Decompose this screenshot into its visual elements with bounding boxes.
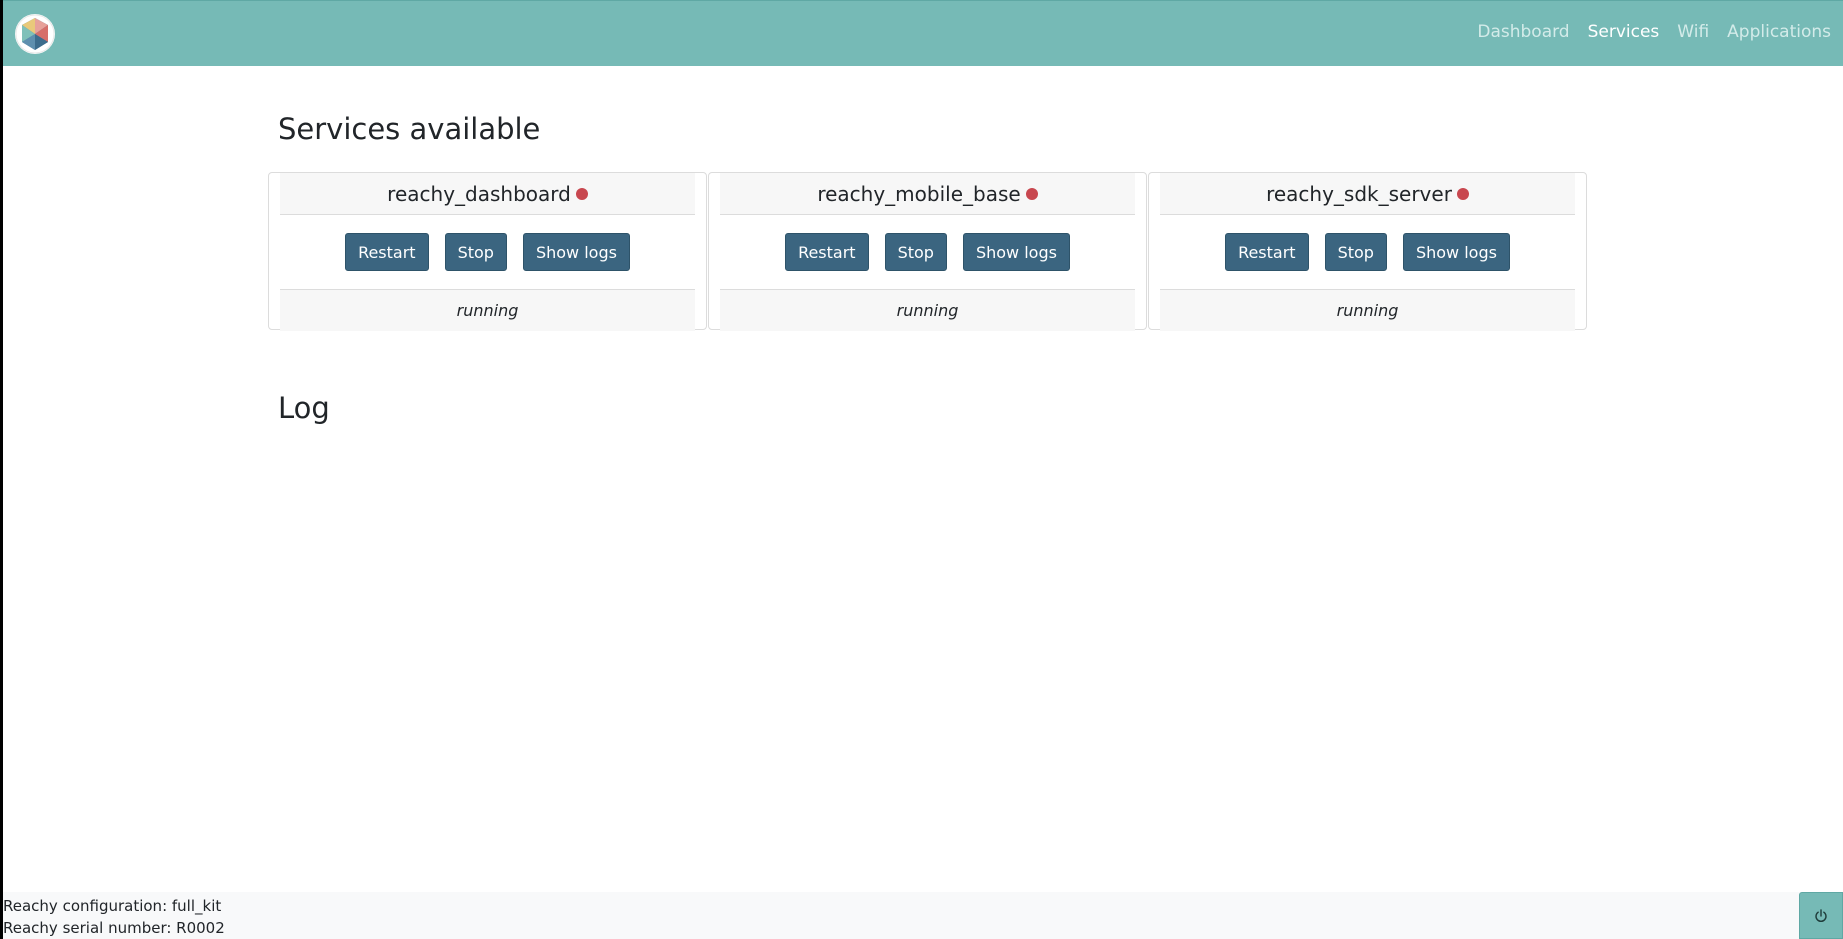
service-card-actions: Restart Stop Show logs: [280, 215, 695, 290]
show-logs-button[interactable]: Show logs: [962, 233, 1070, 271]
log-title: Log: [278, 391, 330, 425]
status-indicator-icon: [1456, 187, 1469, 200]
service-name: reachy_mobile_base: [817, 181, 1021, 206]
nav-link-services[interactable]: Services: [1588, 22, 1660, 42]
service-status: running: [720, 290, 1135, 331]
service-status: running: [280, 290, 695, 331]
restart-button[interactable]: Restart: [1225, 233, 1309, 271]
top-navbar: Dashboard Services Wifi Applications: [3, 0, 1843, 66]
service-card-actions: Restart Stop Show logs: [720, 215, 1135, 290]
page: Dashboard Services Wifi Applications Ser…: [0, 0, 1843, 939]
service-name: reachy_dashboard: [387, 181, 571, 206]
service-card-reachy-sdk-server: reachy_sdk_server Restart Stop Show logs…: [1148, 172, 1587, 331]
service-cards: reachy_dashboard Restart Stop Show logs …: [268, 172, 1588, 331]
show-logs-button[interactable]: Show logs: [1402, 233, 1510, 271]
nav-links: Dashboard Services Wifi Applications: [1477, 22, 1831, 42]
service-status: running: [1160, 290, 1575, 331]
stop-button[interactable]: Stop: [884, 233, 947, 271]
reachy-configuration: Reachy configuration: full_kit: [3, 897, 222, 915]
restart-button[interactable]: Restart: [345, 233, 429, 271]
service-card-header: reachy_dashboard: [280, 173, 695, 215]
service-card-reachy-dashboard: reachy_dashboard Restart Stop Show logs …: [268, 172, 707, 331]
stop-button[interactable]: Stop: [1324, 233, 1387, 271]
show-logs-button[interactable]: Show logs: [522, 233, 630, 271]
reachy-serial-number: Reachy serial number: R0002: [3, 919, 225, 937]
status-indicator-icon: [575, 187, 588, 200]
services-title: Services available: [278, 112, 541, 146]
stop-button[interactable]: Stop: [444, 233, 507, 271]
power-button[interactable]: [1799, 892, 1843, 939]
restart-button[interactable]: Restart: [785, 233, 869, 271]
nav-link-wifi[interactable]: Wifi: [1677, 22, 1709, 42]
nav-link-dashboard[interactable]: Dashboard: [1477, 22, 1569, 42]
power-icon: [1815, 908, 1827, 922]
service-card-header: reachy_sdk_server: [1160, 173, 1575, 215]
nav-link-applications[interactable]: Applications: [1727, 22, 1831, 42]
service-name: reachy_sdk_server: [1266, 181, 1452, 206]
reachy-logo-icon[interactable]: [15, 14, 55, 54]
status-indicator-icon: [1025, 187, 1038, 200]
service-card-actions: Restart Stop Show logs: [1160, 215, 1575, 290]
service-card-header: reachy_mobile_base: [720, 173, 1135, 215]
footer-bar: Reachy configuration: full_kit Reachy se…: [3, 892, 1843, 939]
service-card-reachy-mobile-base: reachy_mobile_base Restart Stop Show log…: [708, 172, 1147, 331]
